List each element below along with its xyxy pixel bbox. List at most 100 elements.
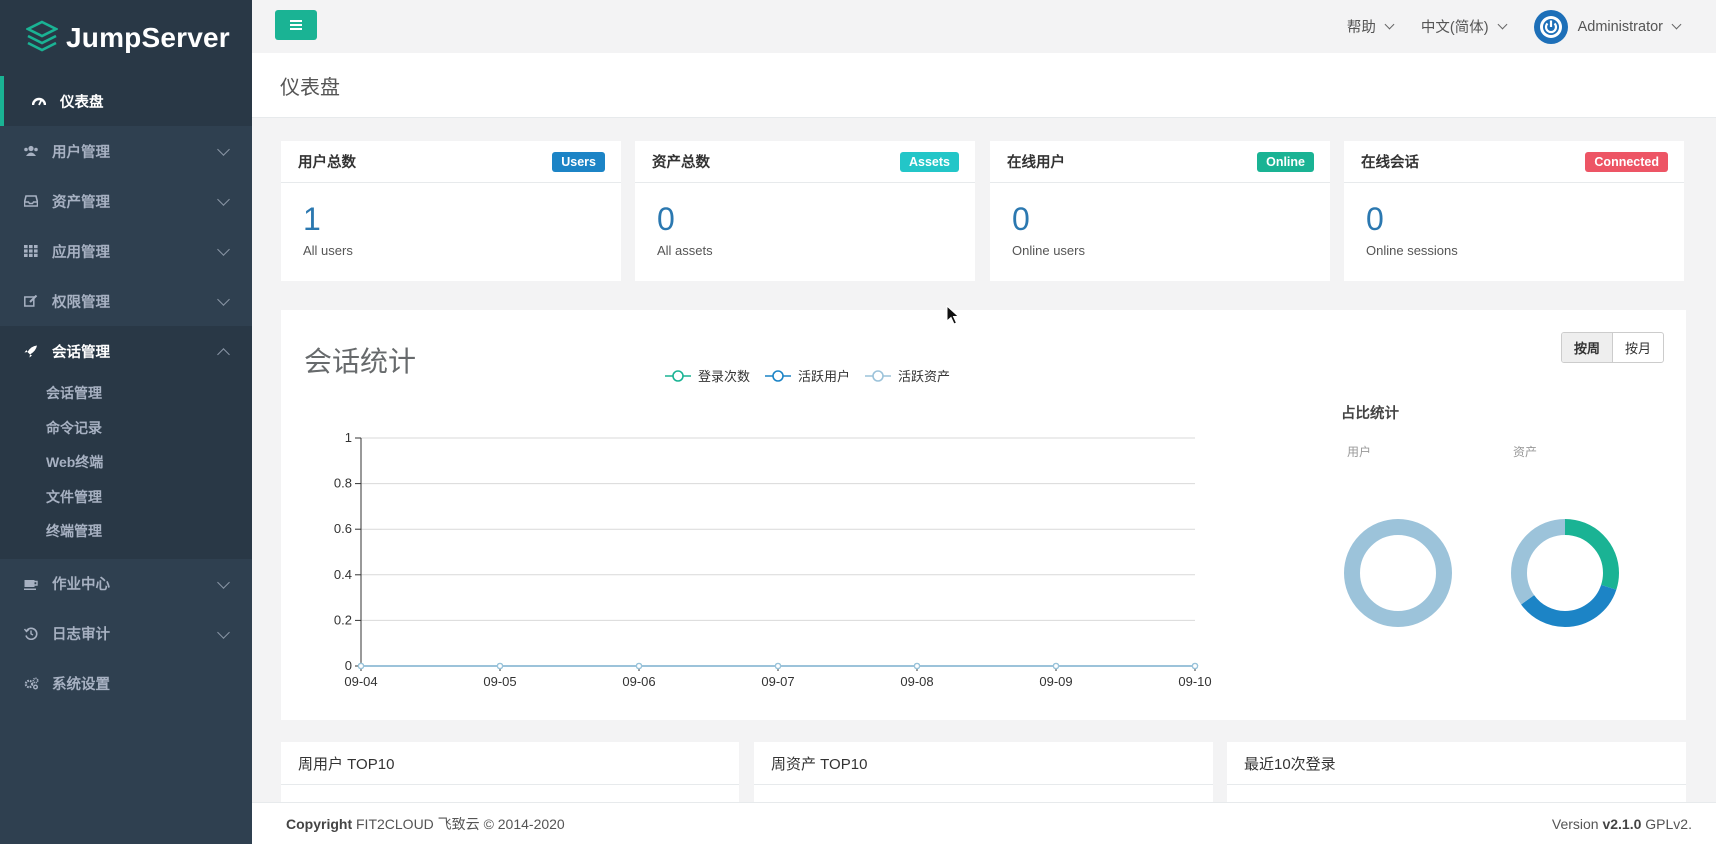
help-label: 帮助 <box>1346 20 1376 36</box>
grid-icon <box>22 244 40 258</box>
username: Administrator <box>1577 18 1663 35</box>
app-name: JumpServer <box>66 22 230 53</box>
menu-toggle-button[interactable] <box>275 10 317 40</box>
stat-card-header: 在线会话 Connected <box>1344 141 1684 183</box>
mouse-cursor-icon <box>946 305 960 325</box>
chevron-down-icon <box>1497 19 1508 30</box>
footer: Copyright FIT2CLOUD 飞致云 © 2014-2020 Vers… <box>252 802 1716 844</box>
coffee-icon <box>22 577 40 591</box>
edit-icon <box>22 294 40 308</box>
x-tick-label: 09-05 <box>483 674 516 689</box>
x-tick-label: 09-06 <box>622 674 655 689</box>
stat-card-title: 在线会话 <box>1361 155 1419 171</box>
copyright: Copyright FIT2CLOUD 飞致云 © 2014-2020 <box>286 814 565 834</box>
chevron-down-icon <box>217 625 230 639</box>
legend-label: 登录次数 <box>698 369 751 384</box>
subitem-terminal-management[interactable]: 终端管理 <box>0 514 252 549</box>
data-point <box>1052 662 1060 670</box>
stat-card-header: 用户总数 Users <box>281 141 621 183</box>
legend-item[interactable]: 活跃资产 <box>865 366 950 385</box>
user-dropdown[interactable]: Administrator <box>1533 9 1682 44</box>
chevron-down-icon <box>217 143 230 156</box>
sidebar-item-label: 用户管理 <box>52 144 110 161</box>
sidebar-item-label: 资产管理 <box>52 194 110 211</box>
legend-item[interactable]: 活跃用户 <box>765 366 850 385</box>
legend-marker-icon <box>665 369 691 382</box>
sidebar-item-label: 系统设置 <box>52 677 110 693</box>
inbox-icon <box>22 194 40 208</box>
sidebar-item-label: 权限管理 <box>52 294 110 311</box>
sidebar-item-jobs[interactable]: 作业中心 <box>0 559 252 609</box>
sidebar-item-assets[interactable]: 资产管理 <box>0 176 252 226</box>
chevron-down-icon <box>217 193 230 206</box>
sidebar-item-settings[interactable]: 系统设置 <box>0 659 252 709</box>
subitem-file-management[interactable]: 文件管理 <box>0 480 252 515</box>
stat-card-online-users: 在线用户 Online 0 Online users <box>990 141 1330 281</box>
session-line-chart: 0 0.2 0.4 0.6 0.8 1 09-04 09-05 09-06 09-07 09-08 0… <box>334 430 1212 689</box>
stat-card-header: 在线用户 Online <box>990 141 1330 183</box>
subitem-command-records[interactable]: 命令记录 <box>0 411 252 446</box>
version-info: Version v2.1.0 GPLv2. <box>1552 816 1692 832</box>
dashboard-icon <box>30 94 48 108</box>
status-badge: Users <box>552 151 605 172</box>
x-tick-label: 09-08 <box>900 674 933 689</box>
stat-card-title: 资产总数 <box>652 155 710 171</box>
sidebar-item-audit[interactable]: 日志审计 <box>0 609 252 659</box>
sidebar-item-users[interactable]: 用户管理 <box>0 126 252 176</box>
topbar: 帮助 中文(简体) Administrator <box>252 0 1716 53</box>
status-badge: Online <box>1257 151 1314 172</box>
ratio-label-assets: 资产 <box>1513 445 1538 459</box>
panel-title: 最近10次登录 <box>1227 742 1686 785</box>
sidebar-item-dashboard[interactable]: 仪表盘 <box>0 76 252 126</box>
sidebar: JumpServer 仪表盘 用户管理 资产管理 应用管理 权限管理 会话管理 … <box>0 0 252 844</box>
by-month-button[interactable]: 按月 <box>1613 333 1663 362</box>
chevron-down-icon <box>217 243 230 256</box>
by-week-button[interactable]: 按周 <box>1561 333 1613 362</box>
sidebar-item-applications[interactable]: 应用管理 <box>0 226 252 276</box>
panel-title: 周资产 TOP10 <box>754 742 1213 785</box>
stat-value: 1 <box>303 201 321 237</box>
status-badge: Connected <box>1585 151 1668 172</box>
data-point <box>774 662 782 670</box>
data-point <box>1191 662 1199 670</box>
x-tick-label: 09-10 <box>1178 674 1211 689</box>
session-stats-title: 会话统计 <box>304 346 417 377</box>
y-tick-label: 0.8 <box>334 476 352 491</box>
donut-slice <box>1344 519 1452 627</box>
sidebar-item-label: 应用管理 <box>52 244 110 261</box>
stat-desc: Online sessions <box>1366 243 1458 258</box>
subitem-web-terminal[interactable]: Web终端 <box>0 445 252 480</box>
sessions-submenu: 会话管理 命令记录 Web终端 文件管理 终端管理 <box>0 376 252 559</box>
legend-item[interactable]: 登录次数 <box>665 366 750 385</box>
panel-title: 周用户 TOP10 <box>281 742 739 785</box>
subitem-session-management[interactable]: 会话管理 <box>0 376 252 411</box>
logo[interactable]: JumpServer <box>0 0 252 76</box>
language-dropdown[interactable]: 中文(简体) <box>1421 16 1508 37</box>
y-tick-label: 0.2 <box>334 612 352 627</box>
rocket-icon <box>22 344 40 358</box>
data-point <box>913 662 921 670</box>
legend-marker-icon <box>765 369 792 382</box>
copyright-label: Copyright <box>286 815 353 832</box>
chevron-down-icon <box>217 575 230 589</box>
stat-card-header: 资产总数 Assets <box>635 141 975 183</box>
avatar <box>1533 9 1568 44</box>
help-dropdown[interactable]: 帮助 <box>1346 16 1395 37</box>
status-badge: Assets <box>900 151 959 172</box>
users-icon <box>22 144 40 158</box>
stat-desc: All users <box>303 243 353 258</box>
weekly-users-top10-panel: 周用户 TOP10 <box>281 742 739 802</box>
stat-value: 0 <box>657 201 675 237</box>
gears-icon <box>22 677 40 691</box>
data-point <box>496 662 504 670</box>
sidebar-item-label: 会话管理 <box>52 344 110 361</box>
x-tick-label: 09-09 <box>1039 674 1072 689</box>
sidebar-item-sessions[interactable]: 会话管理 <box>0 326 252 376</box>
data-point <box>357 662 365 670</box>
sidebar-item-permissions[interactable]: 权限管理 <box>0 276 252 326</box>
chevron-down-icon <box>217 293 230 306</box>
y-tick-label: 0.6 <box>334 521 352 536</box>
sidebar-item-label: 仪表盘 <box>60 94 104 111</box>
hamburger-icon <box>290 20 302 30</box>
y-tick-label: 0 <box>345 658 352 673</box>
